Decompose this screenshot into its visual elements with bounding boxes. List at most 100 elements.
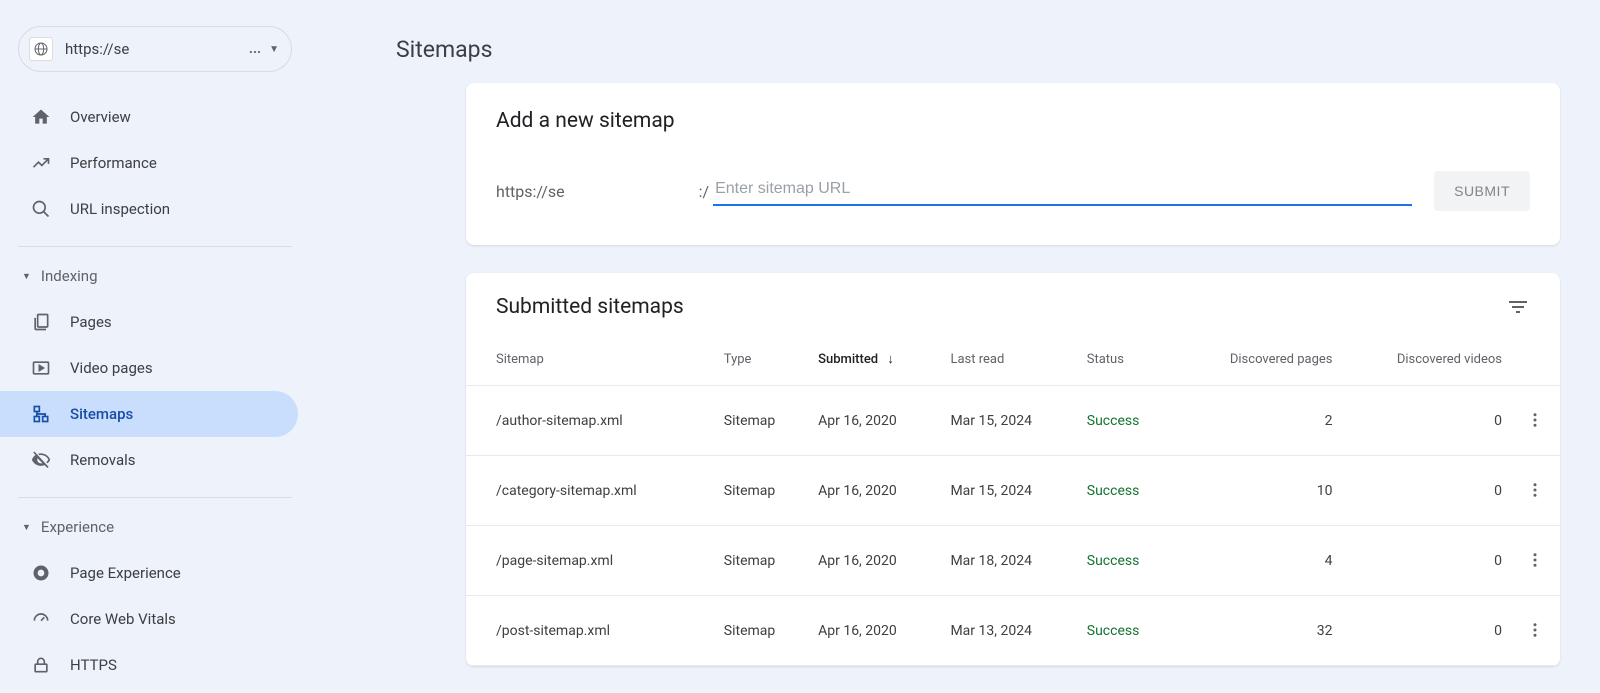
sidebar-item-label: Core Web Vitals bbox=[70, 610, 176, 628]
circle-icon bbox=[30, 562, 52, 584]
table-row[interactable]: /post-sitemap.xmlSitemapApr 16, 2020Mar … bbox=[466, 596, 1560, 666]
cell-discovered-videos: 0 bbox=[1341, 596, 1510, 666]
url-slash: :/ bbox=[699, 182, 709, 201]
cell-discovered-pages: 2 bbox=[1175, 386, 1341, 456]
divider bbox=[18, 497, 292, 498]
sidebar-item-label: Page Experience bbox=[70, 564, 181, 582]
sidebar-item-label: Removals bbox=[70, 451, 136, 469]
caret-down-icon: ▼ bbox=[269, 44, 279, 55]
sidebar-item-performance[interactable]: Performance bbox=[0, 140, 298, 186]
nav-group-indexing[interactable]: ▼ Indexing bbox=[0, 257, 310, 295]
sidebar: https://se ... ▼ Overview Performance UR… bbox=[0, 0, 310, 693]
sidebar-item-overview[interactable]: Overview bbox=[0, 94, 298, 140]
cell-status: Success bbox=[1079, 456, 1175, 526]
sidebar-item-label: Overview bbox=[70, 108, 131, 126]
add-sitemap-row: https://se :/ SUBMIT bbox=[496, 171, 1530, 211]
main-content: Sitemaps Add a new sitemap https://se :/… bbox=[310, 0, 1600, 693]
cell-last-read: Mar 13, 2024 bbox=[942, 596, 1078, 666]
cell-last-read: Mar 18, 2024 bbox=[942, 526, 1078, 596]
cell-discovered-videos: 0 bbox=[1341, 456, 1510, 526]
nav-section-experience: Page Experience Core Web Vitals HTTPS bbox=[0, 546, 310, 692]
nav-section-indexing: Pages Video pages Sitemaps Removals bbox=[0, 295, 310, 487]
col-type[interactable]: Type bbox=[716, 337, 810, 386]
col-discovered-pages[interactable]: Discovered pages bbox=[1175, 337, 1341, 386]
globe-icon bbox=[29, 37, 53, 61]
cell-type: Sitemap bbox=[716, 386, 810, 456]
search-icon bbox=[30, 198, 52, 220]
lock-icon bbox=[30, 654, 52, 676]
submit-button[interactable]: SUBMIT bbox=[1434, 171, 1530, 211]
nav-group-label: Indexing bbox=[41, 267, 98, 285]
cell-type: Sitemap bbox=[716, 526, 810, 596]
submitted-sitemaps-card: Submitted sitemaps Sitemap Type Submitte… bbox=[466, 273, 1560, 666]
speed-icon bbox=[30, 608, 52, 630]
cell-status: Success bbox=[1079, 526, 1175, 596]
sidebar-item-removals[interactable]: Removals bbox=[0, 437, 298, 483]
table-title: Submitted sitemaps bbox=[496, 295, 684, 319]
cell-submitted: Apr 16, 2020 bbox=[810, 386, 942, 456]
cell-sitemap: /post-sitemap.xml bbox=[466, 596, 716, 666]
page-title: Sitemaps bbox=[396, 0, 1560, 83]
pages-icon bbox=[30, 311, 52, 333]
cell-sitemap: /category-sitemap.xml bbox=[466, 456, 716, 526]
cell-last-read: Mar 15, 2024 bbox=[942, 386, 1078, 456]
row-menu-icon[interactable] bbox=[1523, 408, 1547, 432]
add-sitemap-title: Add a new sitemap bbox=[496, 109, 1530, 133]
row-menu-icon[interactable] bbox=[1523, 548, 1547, 572]
row-menu-icon[interactable] bbox=[1523, 618, 1547, 642]
sidebar-item-url-inspection[interactable]: URL inspection bbox=[0, 186, 298, 232]
sitemap-url-input[interactable] bbox=[713, 176, 1412, 206]
caret-down-icon: ▼ bbox=[22, 522, 31, 533]
cell-last-read: Mar 15, 2024 bbox=[942, 456, 1078, 526]
sidebar-item-sitemaps[interactable]: Sitemaps bbox=[0, 391, 298, 437]
cell-status: Success bbox=[1079, 596, 1175, 666]
divider bbox=[18, 246, 292, 247]
sidebar-item-https[interactable]: HTTPS bbox=[0, 642, 298, 688]
sidebar-item-label: Sitemaps bbox=[70, 405, 133, 423]
col-last-read[interactable]: Last read bbox=[942, 337, 1078, 386]
sidebar-item-label: HTTPS bbox=[70, 656, 117, 674]
visibility-off-icon bbox=[30, 449, 52, 471]
cell-discovered-videos: 0 bbox=[1341, 526, 1510, 596]
col-sitemap[interactable]: Sitemap bbox=[466, 337, 716, 386]
nav-group-experience[interactable]: ▼ Experience bbox=[0, 508, 310, 546]
home-icon bbox=[30, 106, 52, 128]
row-menu-icon[interactable] bbox=[1523, 478, 1547, 502]
table-row[interactable]: /author-sitemap.xmlSitemapApr 16, 2020Ma… bbox=[466, 386, 1560, 456]
sidebar-item-pages[interactable]: Pages bbox=[0, 299, 298, 345]
cell-discovered-pages: 10 bbox=[1175, 456, 1341, 526]
col-discovered-videos[interactable]: Discovered videos bbox=[1341, 337, 1510, 386]
table-row[interactable]: /category-sitemap.xmlSitemapApr 16, 2020… bbox=[466, 456, 1560, 526]
cell-discovered-videos: 0 bbox=[1341, 386, 1510, 456]
cell-submitted: Apr 16, 2020 bbox=[810, 596, 942, 666]
sidebar-item-label: URL inspection bbox=[70, 200, 170, 218]
video-icon bbox=[30, 357, 52, 379]
cell-type: Sitemap bbox=[716, 456, 810, 526]
col-submitted[interactable]: Submitted ↓ bbox=[810, 337, 942, 386]
nav-section-top: Overview Performance URL inspection bbox=[0, 90, 310, 236]
col-status[interactable]: Status bbox=[1079, 337, 1175, 386]
add-sitemap-card: Add a new sitemap https://se :/ SUBMIT bbox=[466, 83, 1560, 245]
sidebar-item-core-web-vitals[interactable]: Core Web Vitals bbox=[0, 596, 298, 642]
filter-icon[interactable] bbox=[1506, 295, 1530, 319]
property-selector[interactable]: https://se ... ▼ bbox=[18, 26, 292, 72]
sitemap-icon bbox=[30, 403, 52, 425]
cell-submitted: Apr 16, 2020 bbox=[810, 526, 942, 596]
sitemaps-table: Sitemap Type Submitted ↓ Last read Statu… bbox=[466, 337, 1560, 666]
sidebar-item-label: Pages bbox=[70, 313, 112, 331]
sidebar-item-label: Performance bbox=[70, 154, 157, 172]
sidebar-item-page-experience[interactable]: Page Experience bbox=[0, 550, 298, 596]
col-submitted-label: Submitted bbox=[818, 352, 878, 367]
cell-submitted: Apr 16, 2020 bbox=[810, 456, 942, 526]
cell-status: Success bbox=[1079, 386, 1175, 456]
cell-sitemap: /author-sitemap.xml bbox=[466, 386, 716, 456]
table-row[interactable]: /page-sitemap.xmlSitemapApr 16, 2020Mar … bbox=[466, 526, 1560, 596]
nav-group-label: Experience bbox=[41, 518, 114, 536]
trending-up-icon bbox=[30, 152, 52, 174]
ellipsis-text: ... bbox=[249, 41, 261, 57]
sidebar-item-label: Video pages bbox=[70, 359, 153, 377]
cell-discovered-pages: 32 bbox=[1175, 596, 1341, 666]
caret-down-icon: ▼ bbox=[22, 271, 31, 282]
sidebar-item-video-pages[interactable]: Video pages bbox=[0, 345, 298, 391]
cell-sitemap: /page-sitemap.xml bbox=[466, 526, 716, 596]
